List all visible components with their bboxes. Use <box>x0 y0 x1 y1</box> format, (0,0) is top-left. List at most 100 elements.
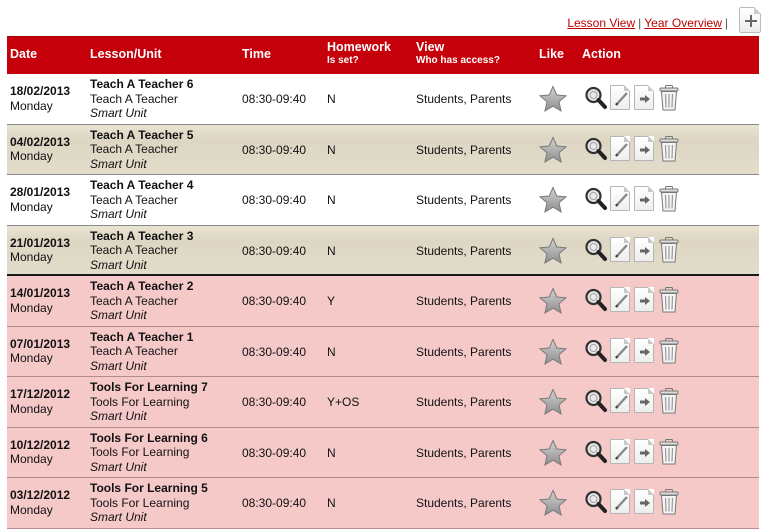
move-lesson-button[interactable] <box>634 438 654 464</box>
homework-status: N <box>327 193 336 207</box>
trash-icon <box>659 186 679 212</box>
like-button[interactable] <box>538 287 568 319</box>
table-header: Date Lesson/Unit Time Homework Is set? V… <box>7 36 759 74</box>
homework-status: Y <box>327 294 336 308</box>
col-header-view: View Who has access? <box>416 40 500 66</box>
lesson-day: Monday <box>10 149 53 163</box>
edit-lesson-button[interactable] <box>610 489 630 514</box>
arrow-right-icon <box>640 95 650 103</box>
unit-type: Smart Unit <box>90 308 147 322</box>
access-view: Students, Parents <box>416 92 512 106</box>
like-button[interactable] <box>538 85 568 117</box>
top-bar: Lesson View | Year Overview | <box>0 0 769 36</box>
date-cell: 17/12/2012 Monday <box>10 387 70 416</box>
move-lesson-button[interactable] <box>634 388 654 413</box>
delete-lesson-button[interactable] <box>658 85 680 111</box>
view-lesson-button[interactable] <box>584 136 607 162</box>
lesson-cell: Teach A Teacher 2 Teach A Teacher Smart … <box>90 279 193 323</box>
col-header-homework-label: Homework <box>327 40 391 54</box>
delete-lesson-button[interactable] <box>658 337 680 364</box>
lesson-title[interactable]: Teach A Teacher 6 <box>90 77 193 92</box>
star-icon <box>538 438 568 466</box>
pencil-icon <box>615 445 628 460</box>
edit-lesson-button[interactable] <box>610 135 630 161</box>
view-lesson-button[interactable] <box>584 489 607 515</box>
lesson-time: 08:30-09:40 <box>242 142 307 157</box>
like-button[interactable] <box>538 236 568 269</box>
col-header-view-label: View <box>416 40 445 54</box>
edit-lesson-button[interactable] <box>610 85 630 110</box>
delete-lesson-button[interactable] <box>658 287 680 313</box>
homework-status: N <box>327 92 336 106</box>
view-lesson-button[interactable] <box>584 338 607 364</box>
lesson-title[interactable]: Tools For Learning 5 <box>90 481 208 496</box>
table-body: 18/02/2013 Monday Teach A Teacher 6 Teac… <box>7 74 759 529</box>
lesson-title[interactable]: Tools For Learning 6 <box>90 431 208 446</box>
lesson-title[interactable]: Tools For Learning 7 <box>90 380 208 395</box>
edit-lesson-button[interactable] <box>610 186 630 211</box>
magnifier-icon <box>585 187 607 210</box>
arrow-right-icon <box>640 196 650 204</box>
edit-lesson-button[interactable] <box>610 337 630 363</box>
pencil-icon <box>615 344 628 359</box>
row-actions <box>584 236 680 263</box>
view-lesson-button[interactable] <box>584 85 607 111</box>
lesson-date: 07/01/2013 <box>10 336 71 351</box>
delete-lesson-button[interactable] <box>658 489 680 515</box>
view-lesson-button[interactable] <box>584 237 607 263</box>
star-icon <box>538 489 568 517</box>
unit-type: Smart Unit <box>90 409 147 423</box>
lesson-view-link[interactable]: Lesson View <box>567 16 635 30</box>
lesson-time: 08:30-09:40 <box>242 395 307 409</box>
delete-lesson-button[interactable] <box>658 236 680 263</box>
lesson-title[interactable]: Teach A Teacher 2 <box>90 279 193 294</box>
edit-lesson-button[interactable] <box>610 287 630 312</box>
trash-icon <box>659 236 679 262</box>
magnifier-icon <box>585 339 607 362</box>
lesson-time: 08:30-09:40 <box>242 193 307 207</box>
lesson-title[interactable]: Teach A Teacher 3 <box>90 229 193 244</box>
delete-lesson-button[interactable] <box>658 438 680 465</box>
lesson-date: 17/12/2012 <box>10 387 71 401</box>
view-lesson-button[interactable] <box>584 186 607 212</box>
lesson-date: 28/01/2013 <box>10 185 71 199</box>
lesson-time: 08:30-09:40 <box>242 496 307 510</box>
access-view: Students, Parents <box>416 395 512 409</box>
star-icon <box>538 186 568 214</box>
col-header-homework-sub: Is set? <box>327 55 359 66</box>
move-lesson-button[interactable] <box>634 236 654 262</box>
move-lesson-button[interactable] <box>634 85 654 110</box>
lesson-title[interactable]: Teach A Teacher 4 <box>90 178 193 193</box>
lesson-cell: Tools For Learning 6 Tools For Learning … <box>90 431 208 475</box>
like-button[interactable] <box>538 438 568 471</box>
year-overview-link[interactable]: Year Overview <box>644 16 722 30</box>
view-lesson-button[interactable] <box>584 439 607 465</box>
move-lesson-button[interactable] <box>634 337 654 363</box>
move-lesson-button[interactable] <box>634 287 654 312</box>
delete-lesson-button[interactable] <box>658 388 680 414</box>
lesson-title[interactable]: Teach A Teacher 5 <box>90 128 193 143</box>
view-lesson-button[interactable] <box>584 287 607 313</box>
date-cell: 07/01/2013 Monday <box>10 337 70 366</box>
edit-lesson-button[interactable] <box>610 236 630 262</box>
add-lesson-button[interactable] <box>739 7 761 33</box>
view-lesson-button[interactable] <box>584 388 607 414</box>
like-button[interactable] <box>538 337 568 370</box>
like-button[interactable] <box>538 388 568 420</box>
move-lesson-button[interactable] <box>634 186 654 211</box>
edit-lesson-button[interactable] <box>610 388 630 413</box>
col-header-action: Action <box>582 47 621 61</box>
move-lesson-button[interactable] <box>634 135 654 161</box>
like-button[interactable] <box>538 489 568 521</box>
edit-lesson-button[interactable] <box>610 438 630 464</box>
unit-name: Teach A Teacher <box>90 293 178 308</box>
lesson-title[interactable]: Teach A Teacher 1 <box>90 330 193 345</box>
delete-lesson-button[interactable] <box>658 135 680 162</box>
magnifier-icon <box>585 86 607 109</box>
like-button[interactable] <box>538 186 568 218</box>
delete-lesson-button[interactable] <box>658 186 680 212</box>
row-actions <box>584 337 680 364</box>
like-button[interactable] <box>538 135 568 168</box>
move-lesson-button[interactable] <box>634 489 654 514</box>
unit-name: Teach A Teacher <box>90 142 178 156</box>
